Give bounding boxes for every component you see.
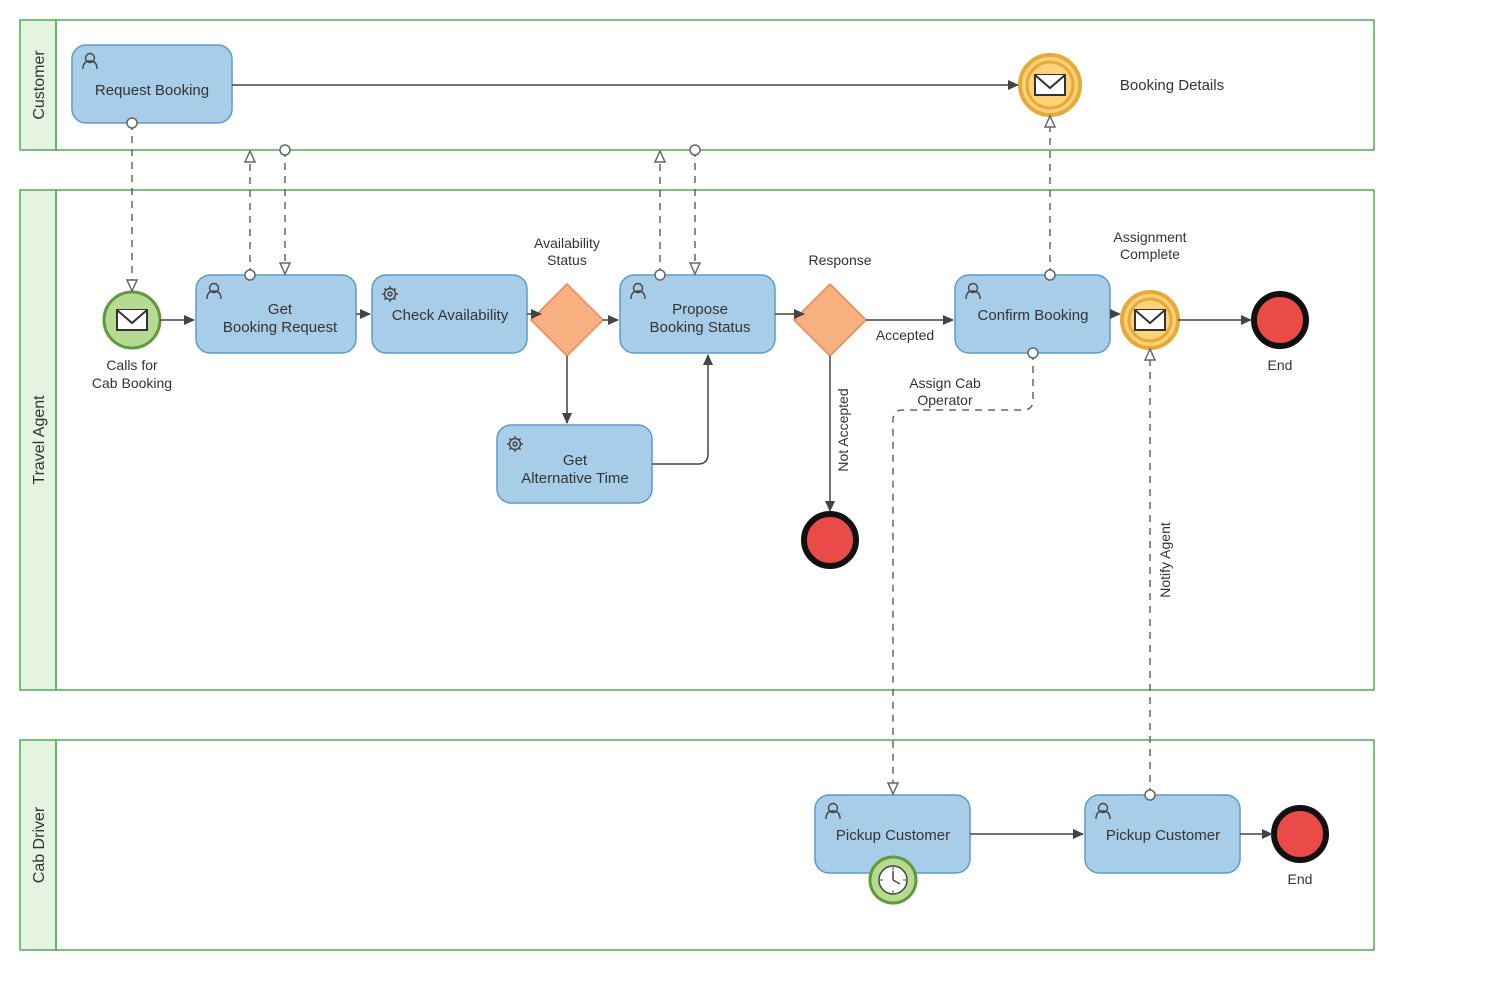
envelope-icon	[1035, 75, 1065, 95]
svg-text:Alternative Time: Alternative Time	[521, 470, 629, 487]
svg-text:Get: Get	[268, 301, 293, 318]
flow-alt-to-propose	[652, 355, 708, 464]
svg-text:Complete: Complete	[1120, 246, 1180, 262]
task-get-booking-request: Get Booking Request	[196, 275, 356, 353]
event-timer-boundary	[870, 857, 916, 903]
label-accepted: Accepted	[876, 327, 934, 343]
task-confirm-booking-label: Confirm Booking	[978, 307, 1089, 324]
svg-text:Cab Booking: Cab Booking	[92, 375, 172, 391]
task-request-booking-label: Request Booking	[95, 82, 209, 99]
envelope-icon	[117, 310, 147, 330]
event-end-driver-label: End	[1288, 871, 1313, 887]
label-notify-agent: Notify Agent	[1157, 522, 1173, 598]
task-check-availability: Check Availability	[372, 275, 527, 353]
event-end-agent-label: End	[1268, 357, 1293, 373]
gateway-response-label: Response	[808, 252, 871, 268]
svg-text:Booking Status: Booking Status	[650, 319, 751, 336]
event-booking-details: Booking Details	[1020, 55, 1224, 115]
svg-text:Assignment: Assignment	[1113, 229, 1186, 245]
label-assign-cab-2: Operator	[917, 392, 973, 408]
label-not-accepted: Not Accepted	[835, 388, 851, 471]
gateway-availability: Availability Status	[531, 235, 603, 356]
svg-text:Propose: Propose	[672, 301, 728, 318]
svg-text:Calls for: Calls for	[106, 357, 158, 373]
event-end-not-accepted	[804, 514, 856, 566]
event-booking-details-label: Booking Details	[1120, 77, 1224, 94]
clock-icon	[879, 866, 907, 894]
lane-agent-label: Travel Agent	[31, 395, 48, 485]
gateway-response: Response	[794, 252, 872, 356]
task-check-availability-label: Check Availability	[392, 307, 509, 324]
svg-text:Status: Status	[547, 252, 587, 268]
lane-agent: Travel Agent	[20, 190, 1374, 690]
task-pickup-customer-2: Pickup Customer	[1085, 795, 1240, 873]
lane-customer-label: Customer	[31, 50, 48, 120]
event-end-agent: End	[1254, 294, 1306, 373]
svg-text:Availability: Availability	[534, 235, 600, 251]
task-get-alternative-time: Get Alternative Time	[497, 425, 652, 503]
event-assignment-complete: Assignment Complete	[1113, 229, 1186, 348]
svg-text:Get: Get	[563, 452, 588, 469]
lane-driver-label: Cab Driver	[31, 806, 48, 883]
msg-assign-cab	[893, 353, 1033, 793]
envelope-icon	[1135, 310, 1165, 330]
task-propose-booking-status: Propose Booking Status	[620, 275, 775, 353]
event-end-driver: End	[1274, 808, 1326, 887]
event-calls-for-cab: Calls for Cab Booking	[92, 292, 172, 391]
label-assign-cab-1: Assign Cab	[909, 375, 981, 391]
task-request-booking: Request Booking	[72, 45, 232, 123]
bpmn-diagram: Customer Travel Agent Cab Driver Request…	[0, 0, 1500, 990]
svg-text:Booking Request: Booking Request	[223, 319, 338, 336]
task-confirm-booking: Confirm Booking	[955, 275, 1110, 353]
task-pickup-customer-1-label: Pickup Customer	[836, 827, 950, 844]
task-pickup-customer-2-label: Pickup Customer	[1106, 827, 1220, 844]
